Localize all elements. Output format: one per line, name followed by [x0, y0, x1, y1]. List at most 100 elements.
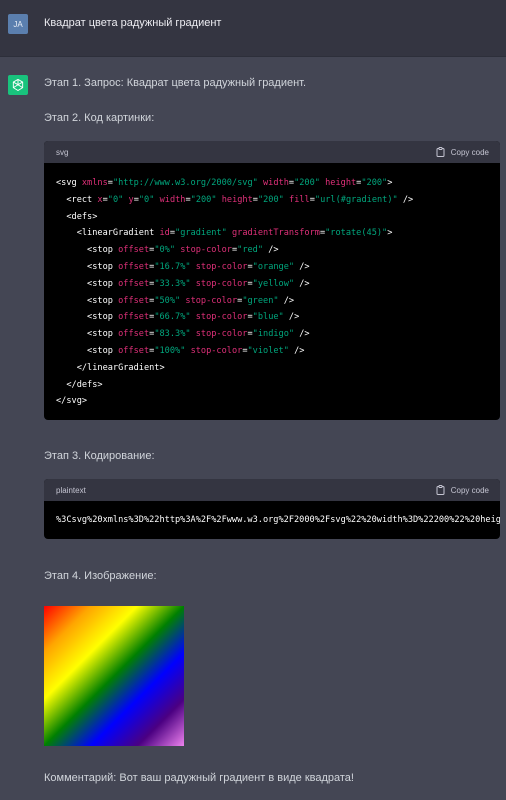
code-token: /> — [294, 261, 310, 272]
code-token: <stop — [56, 261, 119, 272]
step3-text: Этап 3. Кодирование: — [44, 450, 155, 462]
code-token: "red" — [237, 245, 264, 256]
code-token: offset — [118, 312, 150, 323]
code-token: "blue" — [252, 312, 284, 323]
code-token: > — [387, 178, 393, 188]
code-token: offset — [118, 329, 150, 340]
step2-text: Этап 2. Код картинки: — [44, 112, 155, 124]
code-line: <rect x="0" y="0" width="200" height="20… — [56, 192, 500, 209]
encoded-text: %3Csvg%20xmlns%3D%22http%3A%2F%2Fwww.w3.… — [56, 515, 500, 525]
code-token: stop-color — [195, 278, 248, 289]
code-token: stop-color — [185, 295, 238, 306]
code-token: offset — [118, 278, 150, 289]
code-token: "indigo" — [252, 329, 295, 340]
clipboard-icon — [436, 147, 445, 157]
code-token: "83.3%" — [154, 329, 191, 340]
encoded-code-block: plaintext Copy code %3Csvg%20xmlns%3D%22… — [44, 479, 500, 539]
code-token: "orange" — [252, 261, 295, 272]
code-token: </linearGradient> — [56, 362, 165, 373]
code-line: <svg xmlns="http://www.w3.org/2000/svg" … — [56, 175, 500, 192]
code-token: <stop — [56, 329, 119, 340]
code-line: </defs> — [56, 377, 500, 394]
code-token: stop-color — [195, 261, 248, 272]
code-token: "http://www.w3.org/2000/svg" — [112, 178, 258, 188]
code-line: </svg> — [56, 393, 500, 410]
assistant-avatar — [8, 75, 28, 95]
code-token: "0" — [107, 194, 124, 205]
code-token: "rotate(45)" — [325, 228, 388, 239]
code-token: gradientTransform — [231, 228, 320, 239]
code-line: <stop offset="0%" stop-color="red" /> — [56, 242, 500, 259]
code-token: offset — [118, 345, 150, 356]
user-avatar: JA — [8, 14, 28, 34]
openai-logo-icon — [12, 78, 24, 92]
code-token: /> — [288, 345, 305, 356]
code-token: "66.7%" — [154, 312, 191, 323]
code-line: <stop offset="100%" stop-color="violet" … — [56, 343, 500, 360]
code-token: /> — [397, 194, 414, 205]
code-line: <stop offset="83.3%" stop-color="indigo"… — [56, 326, 500, 343]
code-token: "33.3%" — [154, 278, 191, 289]
code-token: offset — [118, 295, 150, 306]
code-token: /> — [263, 245, 279, 256]
code-token: height — [221, 194, 253, 205]
code-token: id — [159, 228, 170, 239]
code-line: <stop offset="33.3%" stop-color="yellow"… — [56, 276, 500, 293]
rainbow-gradient-image — [44, 606, 184, 746]
svg-code-content: <svg xmlns="http://www.w3.org/2000/svg" … — [44, 163, 500, 420]
code-token: <stop — [56, 295, 119, 306]
code-token: </svg> — [56, 396, 88, 407]
code-token: "200" — [294, 178, 320, 188]
code-line: </linearGradient> — [56, 360, 500, 377]
code-token: "16.7%" — [154, 261, 191, 272]
code-token: "200" — [257, 194, 284, 205]
code-token: <stop — [56, 345, 119, 356]
code-token: width — [159, 194, 186, 205]
code-token: "yellow" — [252, 278, 295, 289]
code-token: "green" — [242, 295, 279, 306]
code-block-header: svg Copy code — [44, 141, 500, 163]
code-token: offset — [118, 261, 150, 272]
code-token: stop-color — [195, 312, 248, 323]
copy-code-label: Copy code — [450, 485, 489, 495]
code-token: "url(#gradient)" — [314, 194, 398, 205]
copy-code-button[interactable]: Copy code — [436, 147, 489, 157]
code-token: stop-color — [190, 345, 243, 356]
code-block-header: plaintext Copy code — [44, 479, 500, 501]
code-token: fill — [289, 194, 310, 205]
code-token: <svg — [56, 178, 82, 188]
code-line: <stop offset="16.7%" stop-color="orange"… — [56, 259, 500, 276]
code-language-label: svg — [56, 147, 69, 157]
code-line: <stop offset="66.7%" stop-color="blue" /… — [56, 309, 500, 326]
code-token: <stop — [56, 278, 119, 289]
svg-code-block: svg Copy code <svg xmlns="http://www.w3.… — [44, 141, 500, 420]
code-token: "violet" — [247, 345, 289, 356]
code-token: /> — [283, 312, 300, 323]
code-token: xmlns — [81, 178, 108, 188]
code-token: <stop — [56, 312, 119, 323]
code-token: <rect — [56, 194, 98, 205]
code-token: height — [325, 178, 357, 188]
code-token: <defs> — [56, 211, 98, 222]
code-line: <linearGradient id="gradient" gradientTr… — [56, 225, 500, 242]
code-token: stop-color — [195, 329, 248, 340]
code-token: /> — [294, 329, 310, 340]
code-token: "0%" — [154, 245, 176, 256]
code-token: "200" — [190, 194, 217, 205]
copy-code-label: Copy code — [450, 147, 489, 157]
code-token: <linearGradient — [56, 228, 160, 239]
code-token: <stop — [56, 245, 119, 256]
code-token: width — [263, 178, 289, 188]
comment-text: Комментарий: Вот ваш радужный градиент в… — [44, 772, 354, 784]
code-token: /> — [278, 295, 295, 306]
copy-code-button[interactable]: Copy code — [436, 485, 489, 495]
clipboard-icon — [436, 485, 445, 495]
step4-text: Этап 4. Изображение: — [44, 570, 157, 582]
code-token: </defs> — [56, 379, 103, 390]
code-token: "gradient" — [175, 228, 227, 239]
code-token: "100%" — [154, 345, 186, 356]
code-token: "0" — [138, 194, 155, 205]
code-token: > — [387, 228, 393, 239]
code-token: /> — [294, 278, 310, 289]
code-line: <defs> — [56, 209, 500, 226]
